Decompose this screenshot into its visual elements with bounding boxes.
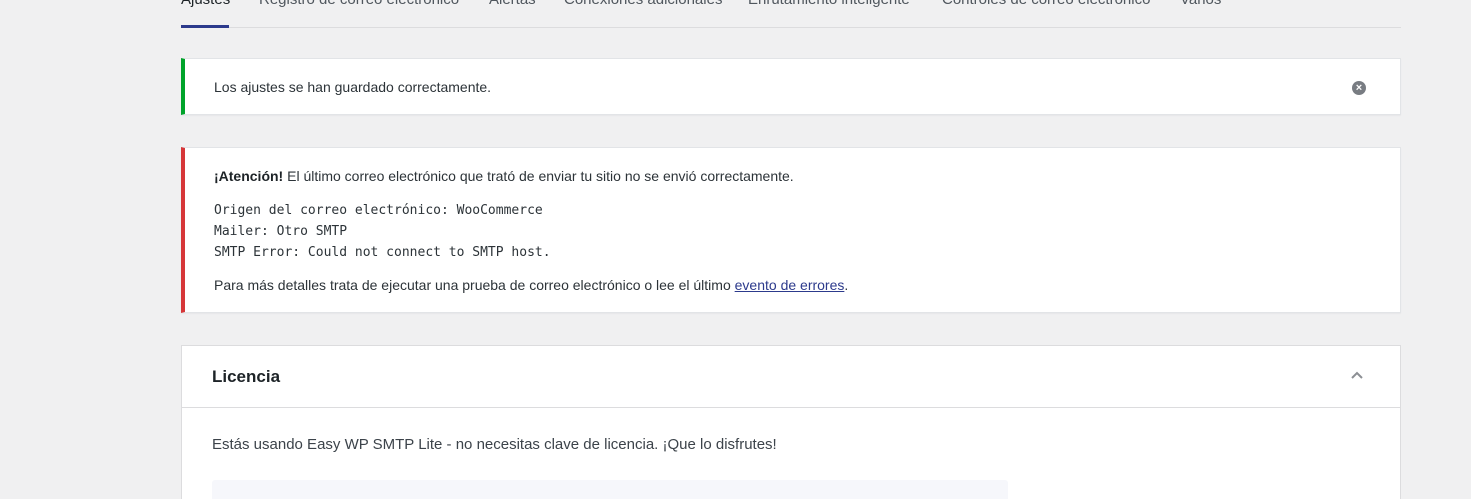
settings-page: Ajustes Registro de correo electrónico A… (0, 0, 1471, 499)
success-message: Los ajustes se han guardado correctament… (214, 79, 492, 95)
license-title: Licencia (212, 367, 281, 386)
tab-enrutamiento-inteligente[interactable]: Enrutamiento inteligente (748, 0, 910, 11)
tab-ajustes[interactable]: Ajustes (181, 0, 230, 11)
chevron-up-icon[interactable] (1350, 368, 1364, 382)
error-details: Para más detalles trata de ejecutar una … (214, 277, 848, 293)
license-card: Licencia Estás usando Easy WP SMTP Lite … (181, 345, 1401, 499)
log-line-error: SMTP Error: Could not connect to SMTP ho… (214, 245, 551, 260)
active-tab-indicator (181, 25, 229, 28)
error-message: El último correo electrónico que trató d… (283, 168, 794, 184)
log-line-mailer: Mailer: Otro SMTP (214, 224, 348, 239)
tab-varios[interactable]: Varios (1180, 0, 1221, 11)
settings-tabs: Ajustes Registro de correo electrónico A… (181, 0, 1401, 28)
license-card-header[interactable]: Licencia (182, 346, 1400, 408)
tab-controles-correo[interactable]: Controles de correo electrónico (942, 0, 1150, 11)
license-text: Estás usando Easy WP SMTP Lite - no nece… (212, 436, 777, 453)
error-notice: ¡Atención! El último correo electrónico … (181, 147, 1401, 313)
error-event-link[interactable]: evento de errores (735, 277, 845, 293)
license-info-box (212, 480, 1008, 499)
error-strong-label: ¡Atención! (214, 168, 284, 184)
details-text: Para más detalles trata de ejecutar una … (214, 277, 735, 293)
close-circle-icon[interactable]: × (1352, 81, 1366, 95)
log-line-origin: Origen del correo electrónico: WooCommer… (214, 203, 543, 218)
error-headline: ¡Atención! El último correo electrónico … (214, 168, 794, 184)
tab-alertas[interactable]: Alertas (489, 0, 536, 11)
tab-conexiones-adicionales[interactable]: Conexiones adicionales (564, 0, 722, 11)
details-suffix: . (844, 277, 849, 293)
tab-registro[interactable]: Registro de correo electrónico (259, 0, 459, 11)
success-notice: Los ajustes se han guardado correctament… (181, 58, 1401, 115)
